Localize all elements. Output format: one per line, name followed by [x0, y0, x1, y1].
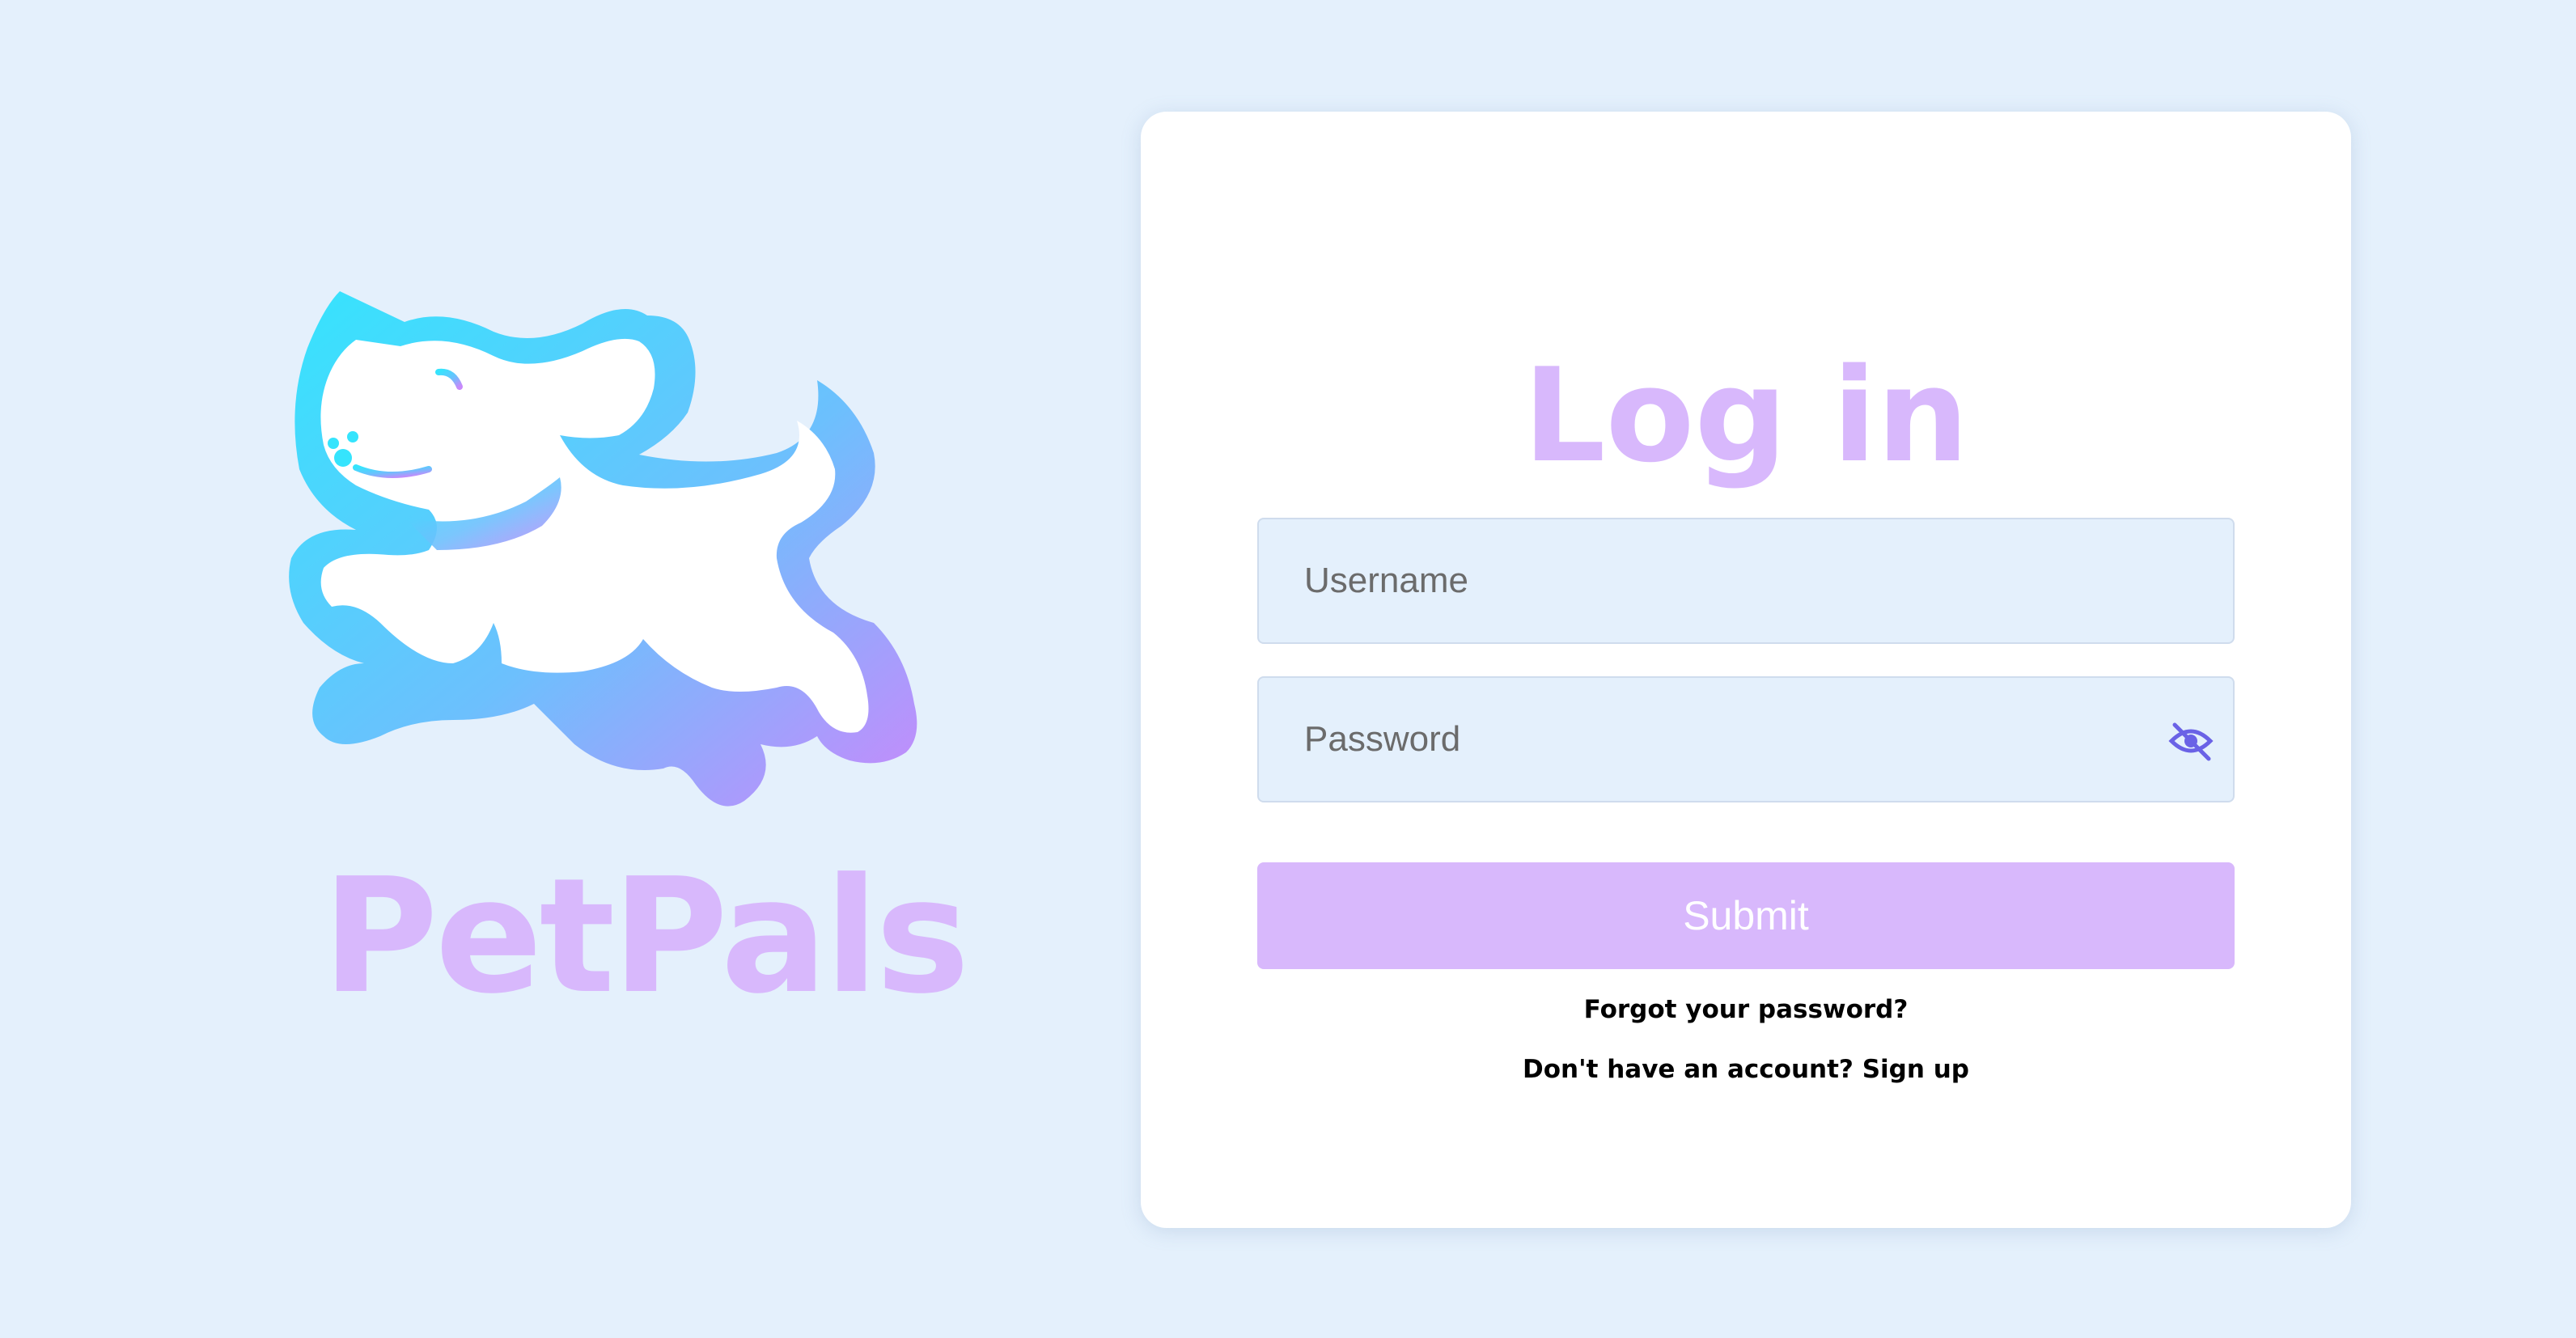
- login-page: PetPals Log in Submit Forgot your passwo…: [0, 0, 2576, 1338]
- forgot-password-link[interactable]: Forgot your password?: [1141, 995, 2351, 1024]
- password-field: [1257, 676, 2235, 802]
- signup-link[interactable]: Don't have an account? Sign up: [1141, 1055, 2351, 1084]
- username-input[interactable]: [1259, 519, 2233, 642]
- login-card: Log in Submit Forgot your password? Don'…: [1141, 112, 2351, 1228]
- username-field: [1257, 518, 2235, 644]
- brand-name: PetPals: [322, 845, 970, 1029]
- submit-button[interactable]: Submit: [1257, 862, 2235, 969]
- eye-slash-icon[interactable]: [2168, 720, 2214, 762]
- page-title: Log in: [1523, 340, 1969, 491]
- running-dog-icon: [289, 291, 917, 807]
- brand-area: PetPals: [259, 283, 970, 1029]
- password-input[interactable]: [1259, 678, 2233, 801]
